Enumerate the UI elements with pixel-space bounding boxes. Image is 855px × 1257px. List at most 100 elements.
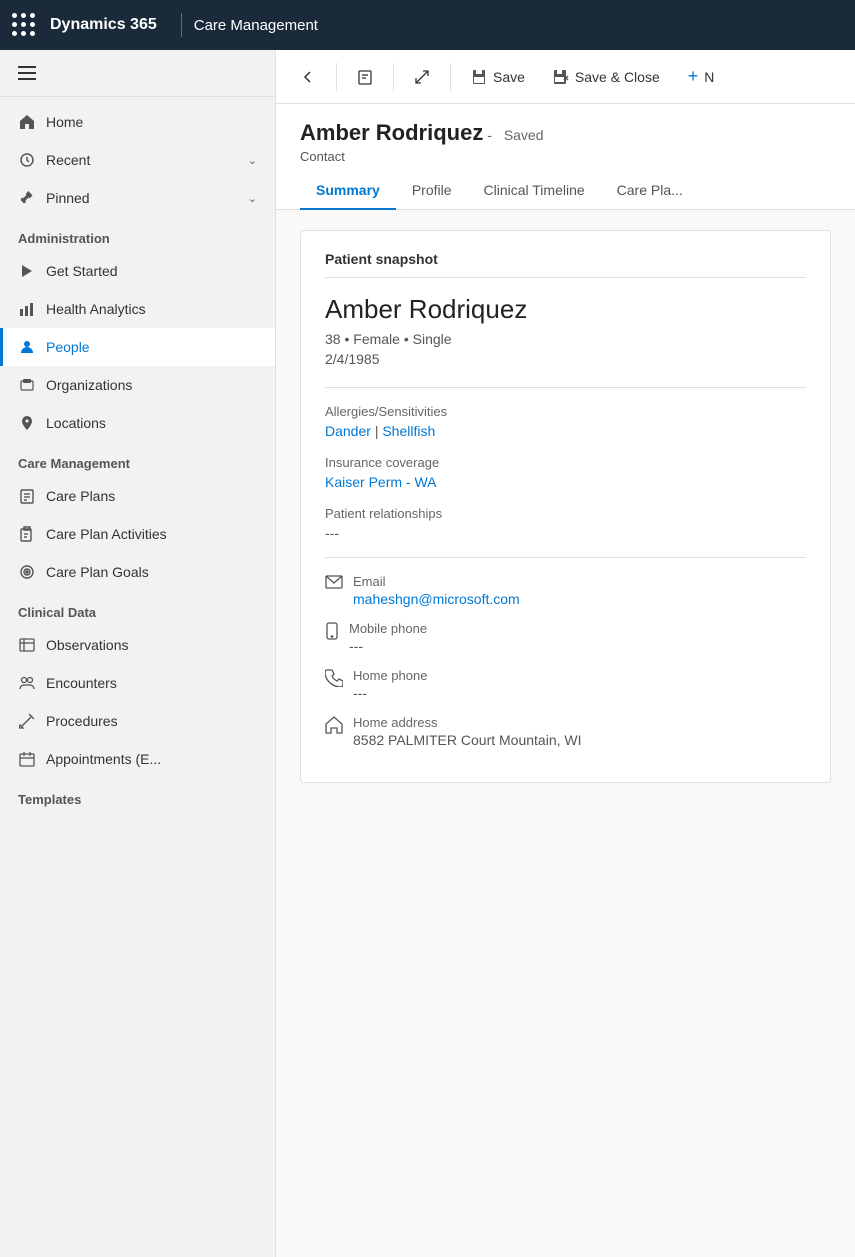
expand-button[interactable] [402, 63, 442, 91]
activity-icon [18, 525, 36, 543]
sidebar-item-get-started[interactable]: Get Started [0, 252, 275, 290]
record-status: Saved [504, 127, 544, 143]
back-icon [300, 69, 316, 85]
new-label: N [704, 69, 714, 85]
home-address-icon [325, 716, 343, 739]
home-address-label: Home address [353, 715, 582, 730]
sidebar-item-care-plan-goals[interactable]: Care Plan Goals [0, 553, 275, 591]
toolbar: Save Save & Close + N [276, 50, 855, 104]
encounter-icon [18, 674, 36, 692]
sidebar-section-administration: Administration [0, 217, 275, 252]
recent-icon [18, 151, 36, 169]
sidebar-item-observations[interactable]: Observations [0, 626, 275, 664]
tabs: Summary Profile Clinical Timeline Care P… [276, 172, 855, 210]
sidebar-item-appointments[interactable]: Appointments (E... [0, 740, 275, 778]
email-info: Email maheshgn@microsoft.com [353, 574, 520, 607]
sidebar-item-people-label: People [46, 339, 90, 355]
sidebar-section-templates: Templates [0, 778, 275, 813]
sidebar-nav: Home Recent ⌄ Pinned ⌄ Administration [0, 97, 275, 819]
sidebar-item-home[interactable]: Home [0, 103, 275, 141]
location-icon [18, 414, 36, 432]
home-address-info: Home address 8582 PALMITER Court Mountai… [353, 715, 582, 748]
email-value: maheshgn@microsoft.com [353, 591, 520, 607]
mobile-info: Mobile phone --- [349, 621, 427, 654]
expand-icon [414, 69, 430, 85]
mobile-icon [325, 622, 339, 645]
allergy-dander[interactable]: Dander [325, 423, 371, 439]
save-close-label: Save & Close [575, 69, 660, 85]
obs-icon [18, 636, 36, 654]
home-phone-info: Home phone --- [353, 668, 427, 701]
tab-profile[interactable]: Profile [396, 172, 468, 210]
allergies-label: Allergies/Sensitivities [325, 404, 806, 419]
relationships-label: Patient relationships [325, 506, 806, 521]
tab-care-plan[interactable]: Care Pla... [601, 172, 699, 210]
insurance-label: Insurance coverage [325, 455, 806, 470]
tab-clinical-timeline[interactable]: Clinical Timeline [468, 172, 601, 210]
record-header: Amber Rodriquez - Saved Contact [276, 104, 855, 164]
sidebar-item-get-started-label: Get Started [46, 263, 118, 279]
home-phone-row: Home phone --- [325, 668, 806, 701]
content-area: Save Save & Close + N Amber Rodriquez - … [276, 50, 855, 1257]
sidebar-section-care-management: Care Management [0, 442, 275, 477]
toolbar-divider-1 [336, 63, 337, 91]
allergies-value: Dander | Shellfish [325, 423, 806, 439]
view-record-button[interactable] [345, 63, 385, 91]
home-phone-value: --- [353, 685, 427, 701]
record-saved-label: - [487, 127, 496, 143]
record-name-row: Amber Rodriquez - Saved [300, 120, 831, 146]
mobile-value: --- [349, 638, 427, 654]
hamburger-icon[interactable] [14, 62, 261, 84]
divider-1 [325, 387, 806, 388]
insurance-field: Insurance coverage Kaiser Perm - WA [325, 455, 806, 490]
save-label: Save [493, 69, 525, 85]
sidebar-item-locations[interactable]: Locations [0, 404, 275, 442]
insurance-value: Kaiser Perm - WA [325, 474, 806, 490]
analytics-icon [18, 300, 36, 318]
sidebar-item-organizations-label: Organizations [46, 377, 132, 393]
save-close-icon [553, 69, 569, 85]
sidebar-item-pinned[interactable]: Pinned ⌄ [0, 179, 275, 217]
sidebar-item-people[interactable]: People [0, 328, 275, 366]
sidebar-item-encounters[interactable]: Encounters [0, 664, 275, 702]
goal-icon [18, 563, 36, 581]
tab-summary[interactable]: Summary [300, 172, 396, 210]
sidebar-item-care-plans[interactable]: Care Plans [0, 477, 275, 515]
top-bar-divider [181, 13, 182, 37]
new-button[interactable]: + N [676, 60, 727, 93]
app-launcher-icon[interactable] [12, 13, 36, 37]
sidebar-item-recent[interactable]: Recent ⌄ [0, 141, 275, 179]
sidebar-item-care-plan-goals-label: Care Plan Goals [46, 564, 149, 580]
sidebar-item-procedures[interactable]: Procedures [0, 702, 275, 740]
patient-demographics: 38 • Female • Single [325, 331, 806, 347]
relationships-value: --- [325, 525, 806, 541]
sidebar-item-health-analytics[interactable]: Health Analytics [0, 290, 275, 328]
procedure-icon [18, 712, 36, 730]
sidebar-item-observations-label: Observations [46, 637, 128, 653]
org-icon [18, 376, 36, 394]
save-close-button[interactable]: Save & Close [541, 63, 672, 91]
careplan-icon [18, 487, 36, 505]
save-button[interactable]: Save [459, 63, 537, 91]
sidebar-item-care-plan-activities[interactable]: Care Plan Activities [0, 515, 275, 553]
insurance-link[interactable]: Kaiser Perm - WA [325, 474, 437, 490]
back-button[interactable] [288, 63, 328, 91]
sidebar-item-pinned-label: Pinned [46, 190, 90, 206]
home-icon [18, 113, 36, 131]
sidebar-item-recent-label: Recent [46, 152, 90, 168]
app-title: Dynamics 365 [50, 16, 157, 34]
pin-icon [18, 189, 36, 207]
sidebar-item-care-plan-activities-label: Care Plan Activities [46, 526, 167, 542]
view-record-icon [357, 69, 373, 85]
patient-dob: 2/4/1985 [325, 351, 806, 367]
person-icon [18, 338, 36, 356]
home-address-value: 8582 PALMITER Court Mountain, WI [353, 732, 582, 748]
save-icon [471, 69, 487, 85]
sidebar-item-organizations[interactable]: Organizations [0, 366, 275, 404]
sidebar: Home Recent ⌄ Pinned ⌄ Administration [0, 50, 276, 1257]
sidebar-item-encounters-label: Encounters [46, 675, 117, 691]
sidebar-item-health-analytics-label: Health Analytics [46, 301, 146, 317]
email-link[interactable]: maheshgn@microsoft.com [353, 591, 520, 607]
mobile-label: Mobile phone [349, 621, 427, 636]
allergy-shellfish[interactable]: Shellfish [382, 423, 435, 439]
